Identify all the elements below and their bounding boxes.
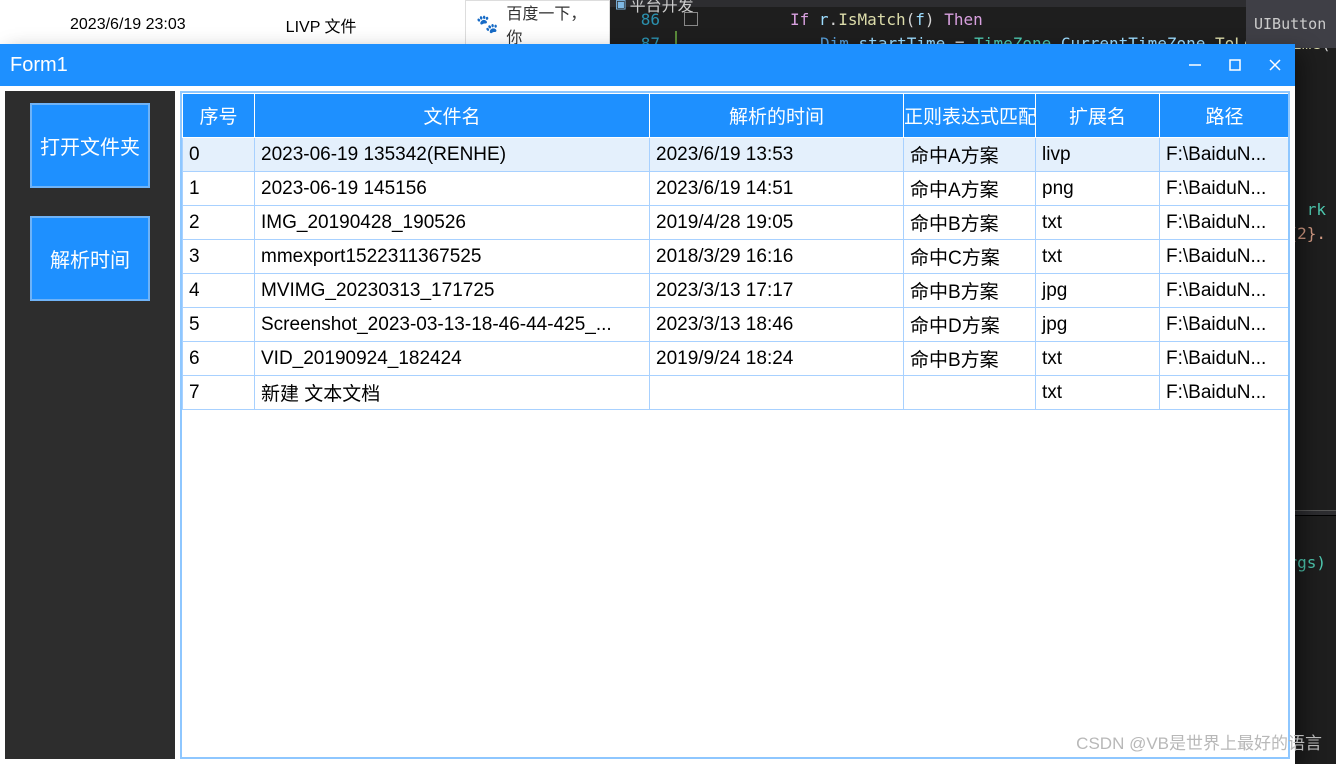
open-folder-button[interactable]: 打开文件夹: [30, 103, 150, 188]
cell[interactable]: F:\BaiduN...: [1160, 342, 1290, 376]
sidebar: 打开文件夹 解析时间: [5, 91, 175, 759]
window-title-bar[interactable]: Form1: [0, 44, 1295, 86]
cell[interactable]: F:\BaiduN...: [1160, 274, 1290, 308]
cell[interactable]: 2019/4/28 19:05: [650, 206, 904, 240]
table-row[interactable]: 2IMG_20190428_1905262019/4/28 19:05命中B方案…: [183, 206, 1290, 240]
form-body: 打开文件夹 解析时间 序号 文件名 解析的时间 正则表达式匹配结果 扩展名 路径: [0, 86, 1295, 764]
cell[interactable]: 2019/9/24 18:24: [650, 342, 904, 376]
cell[interactable]: 4: [183, 274, 255, 308]
parse-time-button[interactable]: 解析时间: [30, 216, 150, 301]
cell[interactable]: txt: [1036, 240, 1160, 274]
browser-tab-text: 百度一下，你: [506, 0, 599, 48]
cell[interactable]: 命中C方案: [904, 240, 1036, 274]
browser-tab-fragment: 🐾 百度一下，你: [465, 0, 610, 48]
cell[interactable]: 2023/3/13 18:46: [650, 308, 904, 342]
cell[interactable]: 2023-06-19 145156: [255, 172, 650, 206]
cell[interactable]: 6: [183, 342, 255, 376]
cell[interactable]: 5: [183, 308, 255, 342]
file-type: LIVP 文件: [266, 13, 377, 37]
maximize-button[interactable]: [1215, 44, 1255, 86]
minimize-button[interactable]: [1175, 44, 1215, 86]
cell[interactable]: 新建 文本文档: [255, 376, 650, 410]
cell[interactable]: VID_20190924_182424: [255, 342, 650, 376]
cell[interactable]: Screenshot_2023-03-13-18-46-44-425_...: [255, 308, 650, 342]
cell[interactable]: 2023/6/19 13:53: [650, 138, 904, 172]
cell[interactable]: [904, 376, 1036, 410]
header-path[interactable]: 路径: [1160, 94, 1290, 138]
cell[interactable]: MVIMG_20230313_171725: [255, 274, 650, 308]
close-button[interactable]: [1255, 44, 1295, 86]
cell[interactable]: jpg: [1036, 274, 1160, 308]
maximize-icon: [1228, 58, 1242, 72]
cell[interactable]: 3: [183, 240, 255, 274]
window-title: Form1: [10, 54, 1175, 77]
header-filename[interactable]: 文件名: [255, 94, 650, 138]
cell[interactable]: livp: [1036, 138, 1160, 172]
cell[interactable]: 1: [183, 172, 255, 206]
csdn-watermark: CSDN @VB是世界上最好的语言: [1076, 729, 1322, 754]
cell[interactable]: png: [1036, 172, 1160, 206]
header-row: 序号 文件名 解析的时间 正则表达式匹配结果 扩展名 路径: [183, 94, 1290, 138]
cell[interactable]: 7: [183, 376, 255, 410]
form1-window: Form1 打开文件夹 解析时间 序号 文件名: [0, 44, 1295, 764]
cell[interactable]: 2023/3/13 17:17: [650, 274, 904, 308]
cell[interactable]: F:\BaiduN...: [1160, 240, 1290, 274]
file-date: 2023/6/19 23:03: [50, 16, 206, 34]
cell[interactable]: F:\BaiduN...: [1160, 308, 1290, 342]
header-parsed-time[interactable]: 解析的时间: [650, 94, 904, 138]
cell[interactable]: 0: [183, 138, 255, 172]
header-index[interactable]: 序号: [183, 94, 255, 138]
header-regex-result[interactable]: 正则表达式匹配结果: [904, 94, 1036, 138]
table-row[interactable]: 6VID_20190924_1824242019/9/24 18:24命中B方案…: [183, 342, 1290, 376]
ide-control-fragment: UIButton: [1246, 0, 1336, 48]
cell[interactable]: 命中A方案: [904, 138, 1036, 172]
cell[interactable]: jpg: [1036, 308, 1160, 342]
data-grid[interactable]: 序号 文件名 解析的时间 正则表达式匹配结果 扩展名 路径 02023-06-1…: [180, 91, 1290, 759]
cell[interactable]: 命中B方案: [904, 206, 1036, 240]
table-row[interactable]: 7新建 文本文档 txtF:\BaiduN...: [183, 376, 1290, 410]
cell[interactable]: 命中A方案: [904, 172, 1036, 206]
cell[interactable]: F:\BaiduN...: [1160, 172, 1290, 206]
cell[interactable]: IMG_20190428_190526: [255, 206, 650, 240]
table-row[interactable]: 12023-06-19 1451562023/6/19 14:51命中A方案pn…: [183, 172, 1290, 206]
cell[interactable]: txt: [1036, 342, 1160, 376]
cell[interactable]: 2: [183, 206, 255, 240]
ide-hint-rk: rk: [1307, 200, 1326, 219]
table-row[interactable]: 02023-06-19 135342(RENHE)2023/6/19 13:53…: [183, 138, 1290, 172]
cell[interactable]: [650, 376, 904, 410]
cell[interactable]: 2023/6/19 14:51: [650, 172, 904, 206]
baidu-paw-icon: 🐾: [476, 14, 498, 35]
cell[interactable]: 2018/3/29 16:16: [650, 240, 904, 274]
minimize-icon: [1188, 58, 1202, 72]
code-line-86: 86 If r.IsMatch(f) Then: [610, 7, 1336, 31]
ide-tabbar: ▣ 平台开发: [610, 0, 1336, 7]
table-row[interactable]: 5Screenshot_2023-03-13-18-46-44-425_...2…: [183, 308, 1290, 342]
close-icon: [1268, 58, 1282, 72]
cell[interactable]: 命中B方案: [904, 274, 1036, 308]
table-row[interactable]: 4MVIMG_20230313_1717252023/3/13 17:17命中B…: [183, 274, 1290, 308]
cell[interactable]: txt: [1036, 376, 1160, 410]
header-ext[interactable]: 扩展名: [1036, 94, 1160, 138]
cell[interactable]: 命中D方案: [904, 308, 1036, 342]
table-row[interactable]: 3mmexport15223113675252018/3/29 16:16命中C…: [183, 240, 1290, 274]
cell[interactable]: 2023-06-19 135342(RENHE): [255, 138, 650, 172]
cell[interactable]: 命中B方案: [904, 342, 1036, 376]
cell[interactable]: F:\BaiduN...: [1160, 376, 1290, 410]
cell[interactable]: mmexport1522311367525: [255, 240, 650, 274]
cell[interactable]: txt: [1036, 206, 1160, 240]
cell[interactable]: F:\BaiduN...: [1160, 206, 1290, 240]
cell[interactable]: F:\BaiduN...: [1160, 138, 1290, 172]
